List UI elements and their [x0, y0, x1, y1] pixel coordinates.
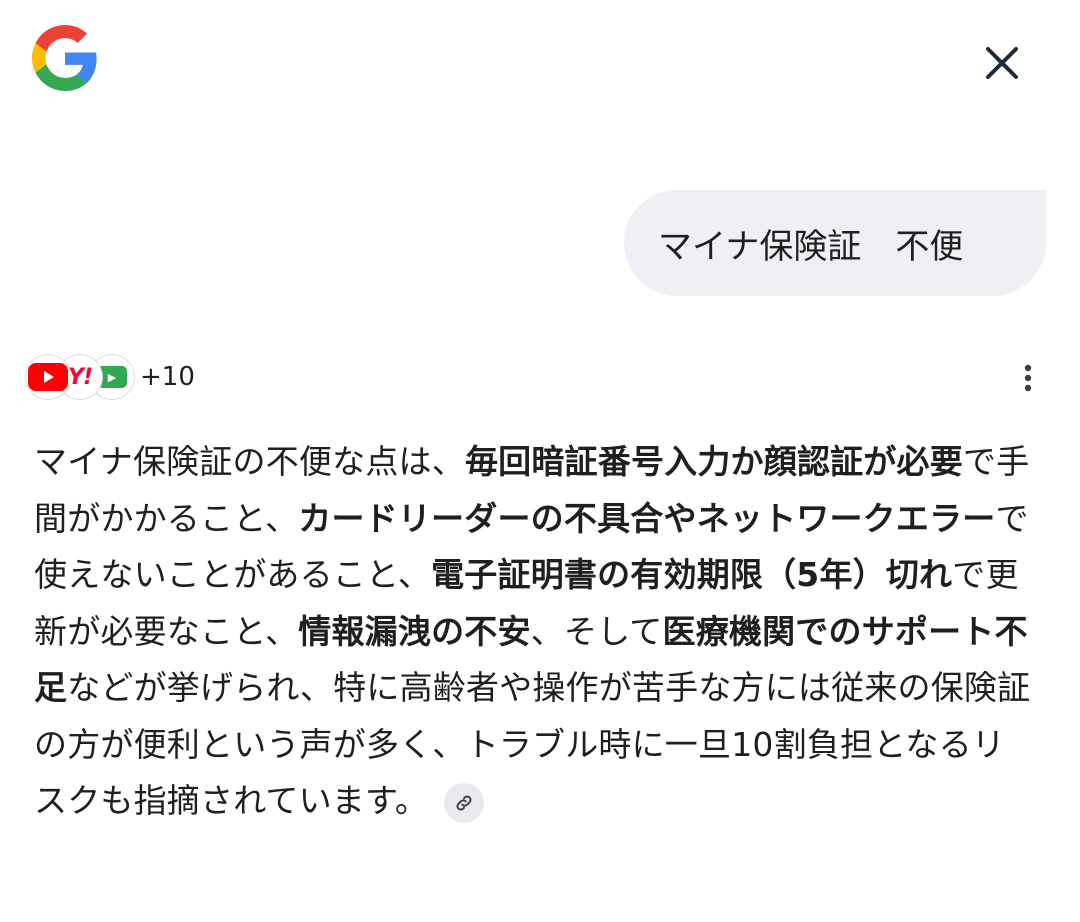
ai-answer-text: マイナ保険証の不便な点は、毎回暗証番号入力か顔認証が必要で手間がかかること、カー…	[34, 434, 1034, 830]
sources-more-count: +10	[140, 362, 195, 392]
query-text: マイナ保険証 不便	[658, 226, 964, 267]
answer-segment: マイナ保険証の不便な点は、	[34, 442, 465, 481]
answer-segment-bold: 電子証明書の有効期限（5年）切れ	[431, 555, 953, 594]
answer-segment-bold: 毎回暗証番号入力か顔認証が必要	[464, 442, 963, 481]
answer-segment: 、そして	[530, 611, 663, 651]
link-icon	[456, 795, 472, 810]
more-vert-icon	[1024, 364, 1032, 392]
answer-segment-bold: 情報漏洩の不安	[298, 611, 531, 651]
close-icon	[986, 47, 1018, 79]
answer-segment-bold: カードリーダーの不具合やネットワークエラー	[298, 498, 996, 538]
answer-segment: などが挙げられ、特に高齢者や操作が苦手な方には従来の保険証の方が便利という声が多…	[34, 668, 1031, 820]
more-options-button[interactable]	[1012, 362, 1044, 394]
source-link-button[interactable]	[444, 782, 485, 823]
google-g-icon	[32, 25, 98, 91]
query-bubble: マイナ保険証 不便	[624, 190, 1046, 296]
youtube-icon	[26, 355, 70, 399]
sources-row[interactable]: Y! ▶ +10	[26, 352, 195, 402]
close-button[interactable]	[975, 36, 1029, 90]
